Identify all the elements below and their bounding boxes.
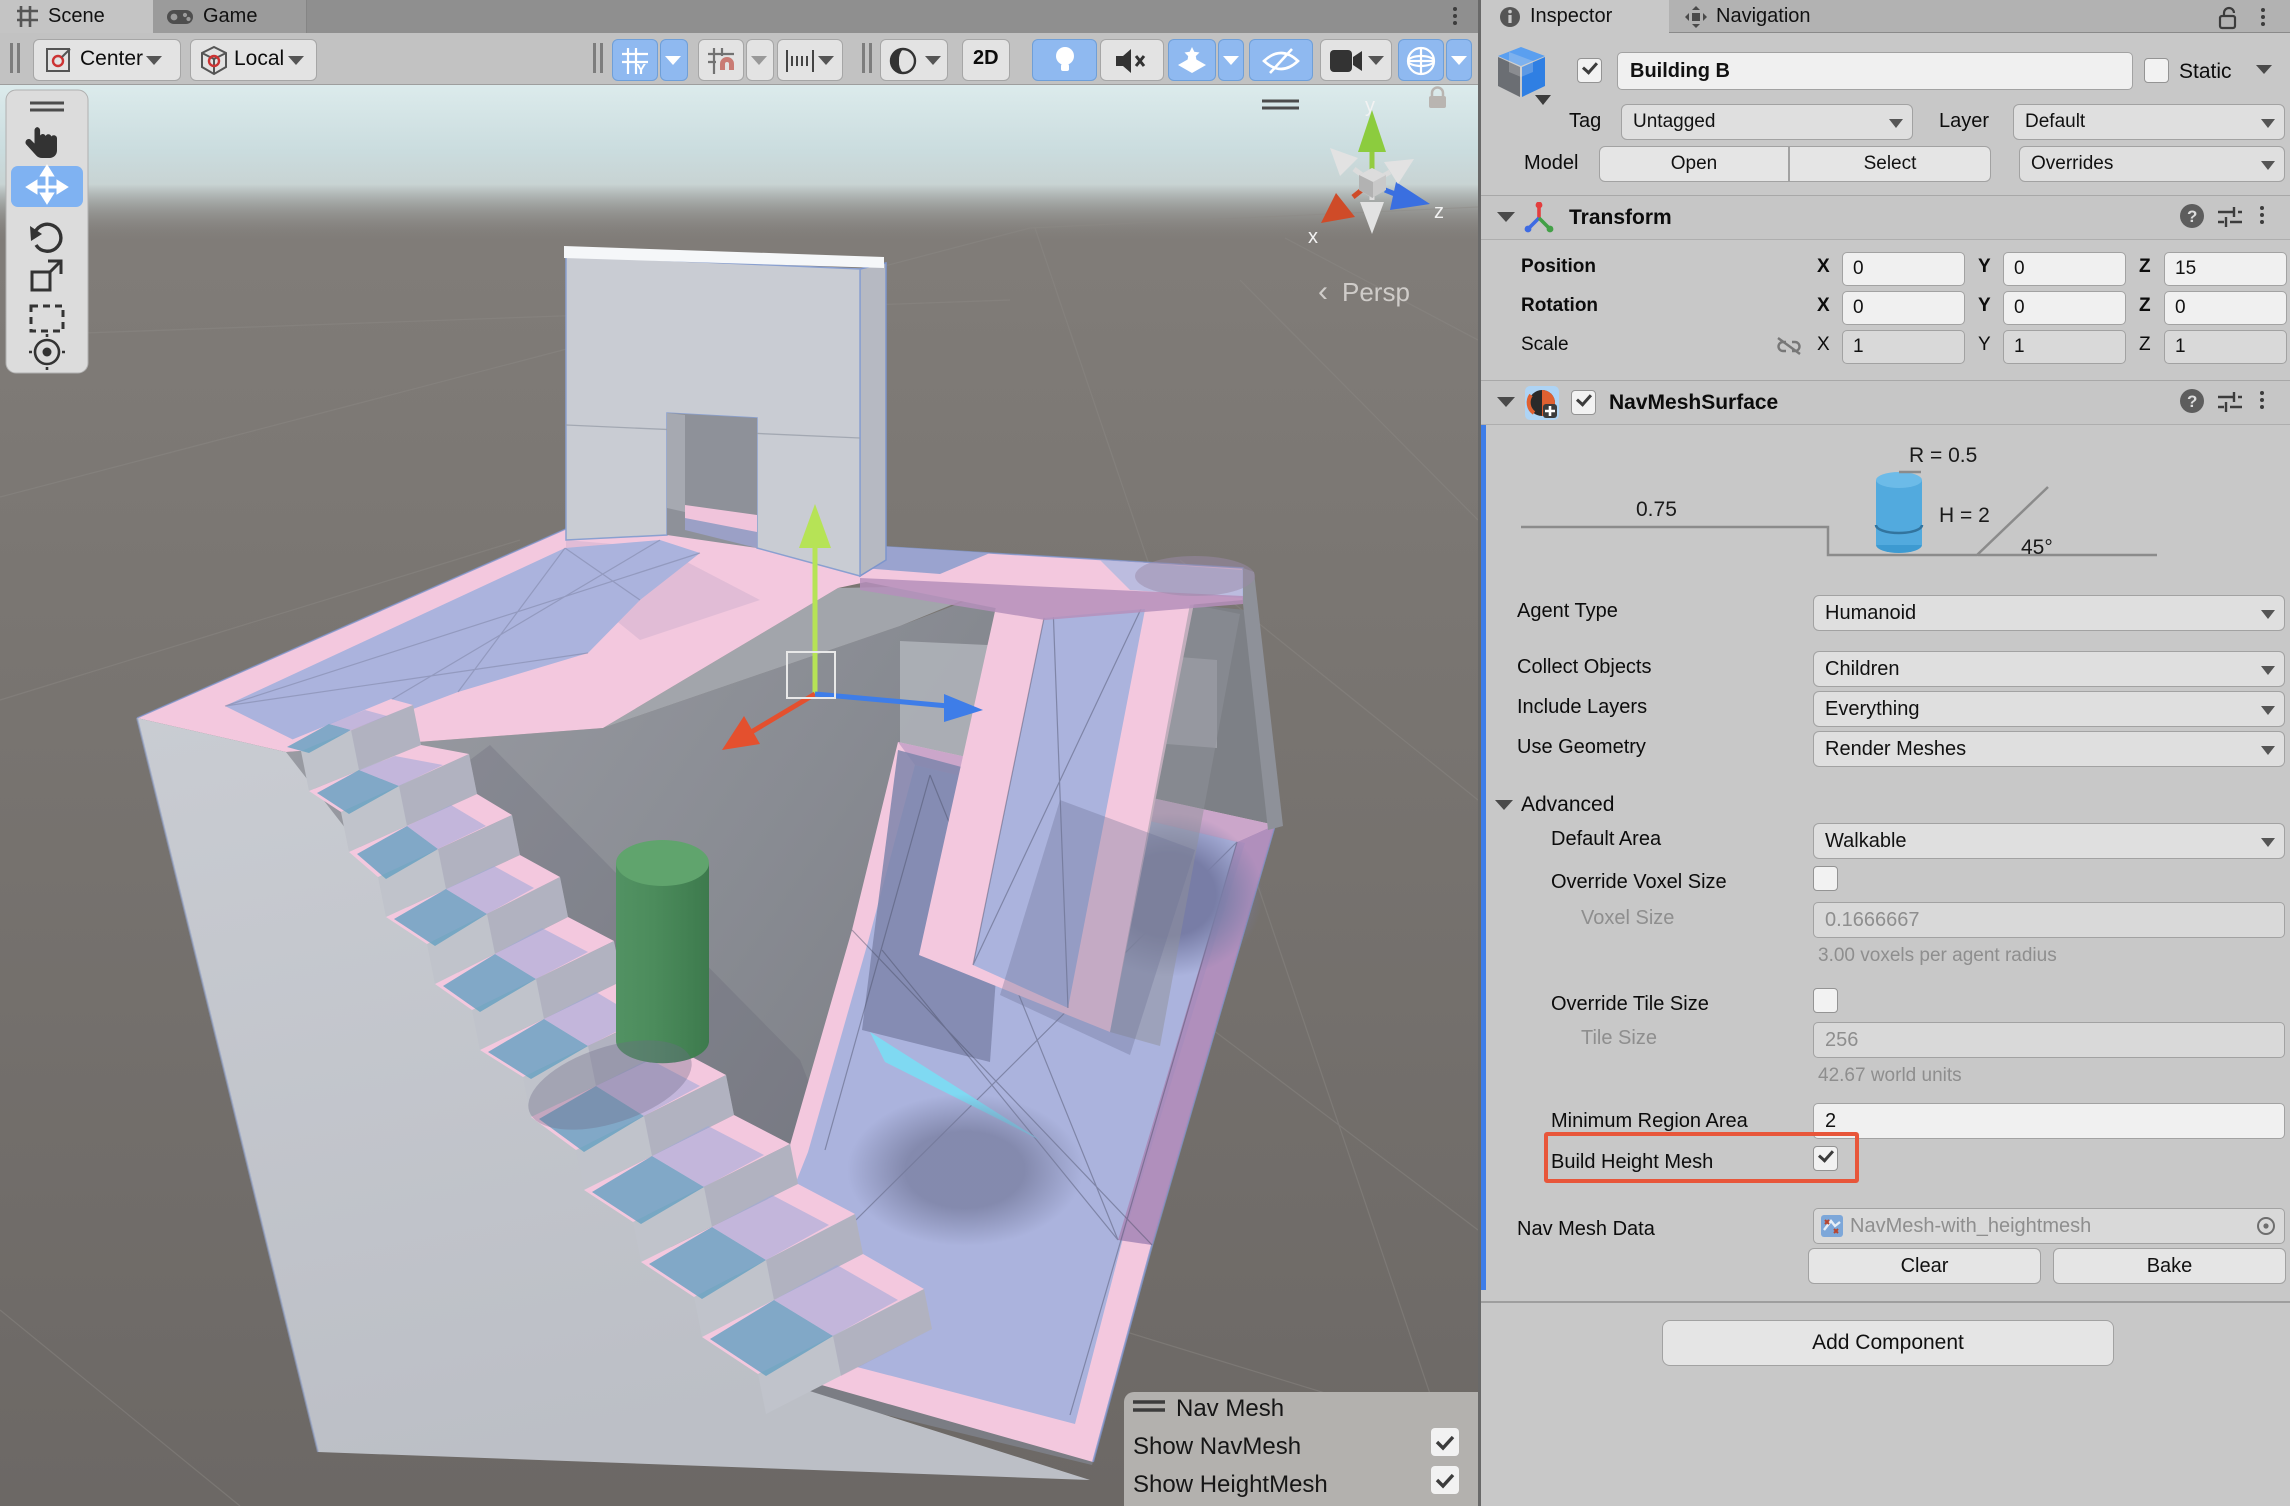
- svg-text:x: x: [1308, 226, 1318, 248]
- svg-text:Show NavMesh: Show NavMesh: [1133, 1433, 1301, 1460]
- svg-text:0.75: 0.75: [1636, 498, 1677, 521]
- svg-text:‹: ‹: [1318, 275, 1328, 308]
- svg-text:y: y: [1365, 95, 1375, 117]
- svg-text:?: ?: [2187, 207, 2197, 226]
- svg-text:45°: 45°: [2021, 536, 2053, 559]
- svg-text:z: z: [1434, 201, 1444, 223]
- svg-text:Show HeightMesh: Show HeightMesh: [1133, 1471, 1328, 1498]
- svg-text:Persp: Persp: [1342, 277, 1410, 307]
- svg-text:Nav Mesh: Nav Mesh: [1176, 1395, 1284, 1422]
- svg-text:R = 0.5: R = 0.5: [1909, 444, 1977, 467]
- svg-text:Y: Y: [636, 61, 646, 76]
- svg-text:?: ?: [2187, 392, 2197, 411]
- svg-text:H = 2: H = 2: [1939, 504, 1990, 527]
